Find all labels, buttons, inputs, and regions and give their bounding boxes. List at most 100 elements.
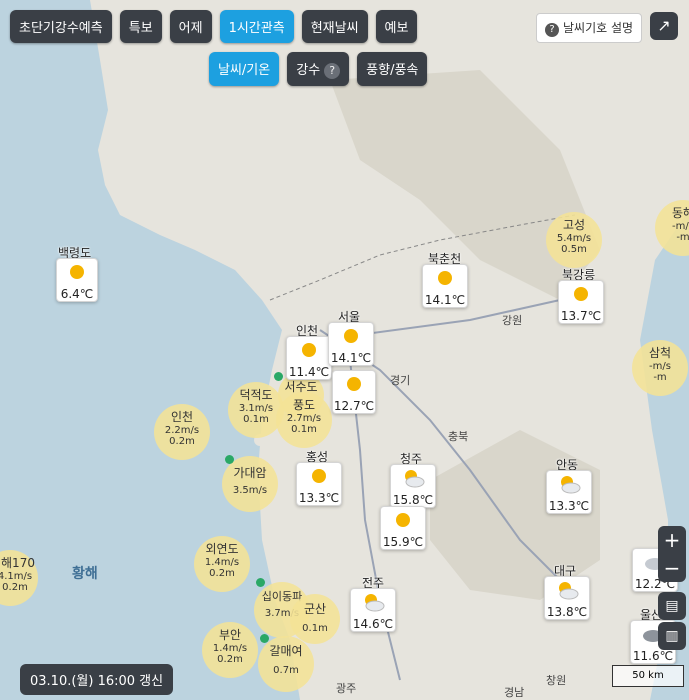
wind-name: 인천 (170, 410, 194, 424)
station-temp: 14.6℃ (352, 617, 394, 631)
station-hongseong[interactable]: 13.3℃ (296, 462, 342, 506)
station-suwon[interactable]: 12.7℃ (332, 370, 376, 414)
wind-wave: 0.1m (291, 424, 317, 435)
wind-buan[interactable]: 부안 1.4m/s 0.2m (202, 622, 258, 678)
legend-button[interactable]: ? 날씨기호 설명 (536, 13, 643, 43)
sun-icon (312, 469, 326, 483)
buoy-marker[interactable] (274, 372, 283, 381)
wind-wave: 0.7m (273, 665, 299, 676)
region-label: 경남 (504, 686, 525, 699)
subtab-wind[interactable]: 풍향/풍속 (357, 52, 428, 86)
wind-galmaeyeo[interactable]: 갈매여 0.7m (258, 636, 314, 692)
buoy-marker[interactable] (256, 578, 265, 587)
sun-icon (396, 513, 410, 527)
station-temp: 6.4℃ (60, 287, 94, 301)
help-icon[interactable]: ? (324, 63, 341, 79)
wind-speed: -m/s (672, 221, 689, 232)
station-temp: 14.1℃ (424, 293, 466, 307)
station-temp: 14.1℃ (330, 351, 372, 365)
wind-speed: 2.7m/s (286, 413, 322, 424)
wind-gunsan[interactable]: 군산 0.1m (290, 594, 340, 644)
wind-name: 고성 (562, 218, 586, 232)
wind-gadaeam[interactable]: 가대암 3.5m/s (222, 456, 278, 512)
subtab-precipitation[interactable]: 강수? (287, 52, 350, 86)
partly-cloudy-icon (365, 594, 385, 612)
wind-speed: 4.1m/s (0, 571, 33, 582)
wind-name: 외연도 (205, 542, 239, 556)
wind-goseong[interactable]: 고성 5.4m/s 0.5m (546, 212, 602, 268)
wind-speed: 5.4m/s (556, 233, 592, 244)
toolbar: 초단기강수예측 특보 어제 1시간관측 현재날씨 예보 (10, 10, 418, 43)
question-icon: ? (545, 23, 559, 37)
partly-cloudy-icon (561, 476, 581, 494)
legend-button-label: 날씨기호 설명 (563, 21, 634, 35)
tab-warning[interactable]: 특보 (119, 10, 162, 43)
sun-icon (302, 343, 316, 357)
station-incheon[interactable]: 11.4℃ (286, 336, 332, 380)
wind-speed: 3.5m/s (232, 485, 268, 496)
partly-cloudy-icon (405, 470, 425, 488)
region-label: 창원 (546, 674, 567, 687)
wind-wave: 0.2m (217, 654, 243, 665)
station-andong[interactable]: 13.3℃ (546, 470, 592, 514)
station-daejeon[interactable]: 15.9℃ (380, 506, 426, 550)
wind-speed: 1.4m/s (204, 557, 240, 568)
station-temp: 13.3℃ (548, 499, 590, 513)
wind-wave: -m (653, 372, 667, 383)
sea-label: 황해 (72, 566, 98, 582)
wind-name: 군산 (303, 602, 327, 616)
ruler-icon[interactable]: ▤ (658, 592, 686, 620)
station-temp: 11.4℃ (288, 365, 330, 379)
station-bukchuncheon[interactable]: 14.1℃ (422, 264, 468, 308)
station-temp: 12.7℃ (333, 399, 375, 413)
layers-icon[interactable]: ▥ (658, 622, 686, 650)
buoy-marker[interactable] (225, 455, 234, 464)
wind-speed: 2.2m/s (164, 425, 200, 436)
sun-icon (438, 271, 452, 285)
buoy-marker[interactable] (260, 634, 269, 643)
wind-samcheok[interactable]: 삼척 -m/s -m (632, 340, 688, 396)
zoom-out-button[interactable]: − (658, 554, 686, 582)
station-daegu[interactable]: 13.8℃ (544, 576, 590, 620)
station-seoul[interactable]: 14.1℃ (328, 322, 374, 366)
wind-wave: 0.2m (169, 436, 195, 447)
wind-incheon[interactable]: 인천 2.2m/s 0.2m (154, 404, 210, 460)
station-temp: 13.7℃ (560, 309, 602, 323)
region-label: 경기 (390, 374, 411, 387)
station-jeonju[interactable]: 14.6℃ (350, 588, 396, 632)
wind-speed: -m/s (649, 361, 671, 372)
sun-icon (347, 377, 361, 391)
station-cheongju[interactable]: 15.8℃ (390, 464, 436, 508)
wind-name: 해170 (1, 556, 35, 570)
sun-icon (574, 287, 588, 301)
wind-name: 부안 (218, 628, 242, 642)
subtab-weather-temp[interactable]: 날씨/기온 (209, 52, 280, 86)
station-temp: 11.6℃ (632, 649, 674, 663)
wind-name: 갈매여 (269, 644, 303, 658)
subtab-precipitation-label: 강수 (296, 63, 321, 78)
region-label: 강원 (502, 314, 523, 327)
tab-rain-forecast[interactable]: 초단기강수예측 (10, 10, 112, 43)
wind-pungdo[interactable]: 풍도 2.7m/s 0.1m (276, 392, 332, 448)
wind-name: 삼척 (648, 346, 672, 360)
tab-current-weather[interactable]: 현재날씨 (301, 10, 368, 43)
update-timestamp: 03.10.(월) 16:00 갱신 (20, 664, 174, 695)
tab-yesterday[interactable]: 어제 (169, 10, 212, 43)
wind-name: 풍도 (292, 398, 316, 412)
wind-wave: 0.2m (209, 568, 235, 579)
region-label: 충북 (448, 430, 469, 443)
scale-bar: 50 km (612, 665, 684, 687)
partly-cloudy-icon (559, 582, 579, 600)
wind-wave: -m (676, 232, 689, 243)
wind-wave: 0.1m (302, 623, 328, 634)
wind-oeyeondo[interactable]: 외연도 1.4m/s 0.2m (194, 536, 250, 592)
station-baengnyeongdo[interactable]: 6.4℃ (56, 258, 98, 302)
external-link-icon[interactable]: ↗ (650, 12, 678, 40)
zoom-in-button[interactable]: + (658, 526, 686, 554)
tab-hourly-observation[interactable]: 1시간관측 (219, 10, 294, 43)
wind-speed: 1.4m/s (212, 643, 248, 654)
tab-forecast[interactable]: 예보 (375, 10, 418, 43)
station-bukgangneung[interactable]: 13.7℃ (558, 280, 604, 324)
wind-name: 가대암 (233, 466, 267, 480)
wind-name: 동해 (671, 206, 689, 220)
